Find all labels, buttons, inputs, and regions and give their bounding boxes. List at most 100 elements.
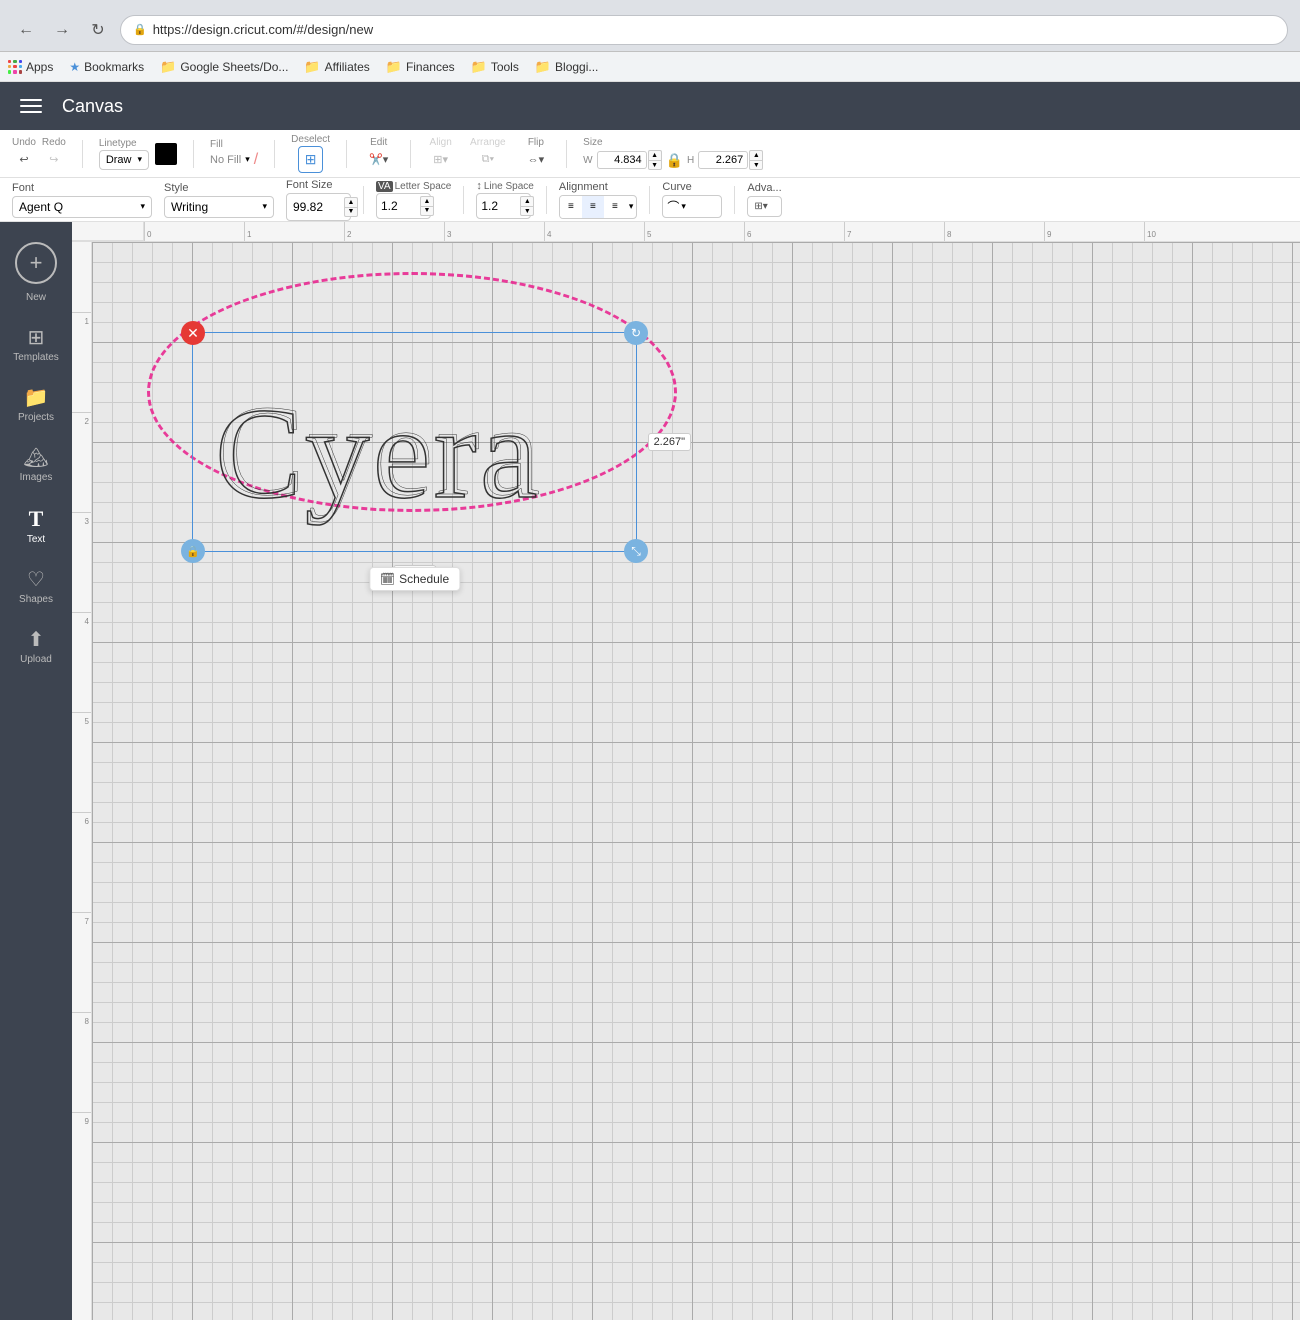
linetype-dropdown[interactable]: Draw ▾ (99, 150, 149, 170)
sidebar-new[interactable]: + New (4, 232, 68, 314)
fill-color-box[interactable] (155, 143, 177, 165)
font-size-down-btn[interactable]: ▼ (344, 207, 358, 217)
redo-button[interactable]: ↪ (43, 149, 64, 170)
ruler-v-tick-7: 7 (72, 912, 91, 928)
arrange-button[interactable]: ⧉▾ (476, 149, 500, 170)
sidebar-item-upload[interactable]: ⬆ Upload (4, 620, 68, 676)
line-space-up-btn[interactable]: ▲ (520, 196, 534, 206)
line-space-down-btn[interactable]: ▼ (520, 206, 534, 216)
edit-button[interactable]: ✂️▾ (363, 149, 394, 170)
bookmark-tools[interactable]: 📁 Tools (471, 59, 519, 75)
align-button[interactable]: ⊞▾ (427, 149, 454, 170)
images-icon: 🏔 (23, 448, 48, 468)
flip-group: Flip ⇔▾ (522, 137, 551, 170)
width-up-btn[interactable]: ▲ (648, 150, 662, 160)
canvas-object[interactable]: ✕ ↻ 🔒 ⤡ Cyera Cyera (192, 332, 637, 552)
line-space-spinners: ▲ ▼ (520, 196, 534, 216)
alignment-chevron: ▾ (626, 201, 637, 212)
font-size-group: Font Size ▲ ▼ (286, 179, 351, 221)
sep-3 (274, 140, 275, 168)
font-size-label: Font Size (286, 179, 351, 191)
ruler-corner (72, 222, 144, 241)
hamburger-line-2 (20, 105, 42, 107)
linetype-value: Draw (106, 154, 132, 166)
sidebar: + New ⊞ Templates 📁 Projects 🏔 Images T … (0, 222, 72, 1320)
width-down-btn[interactable]: ▼ (648, 160, 662, 170)
sidebar-item-images[interactable]: 🏔 Images (4, 438, 68, 494)
browser-chrome: ← → ↻ 🔒 https://design.cricut.com/#/desi… (0, 0, 1300, 52)
bookmark-apps[interactable]: Apps (8, 60, 53, 74)
height-input[interactable] (698, 151, 748, 169)
lock-ratio-icon[interactable]: 🔒 (666, 152, 683, 169)
url-bar[interactable]: 🔒 https://design.cricut.com/#/design/new (120, 15, 1288, 45)
bookmark-blogging-label: Bloggi... (555, 60, 598, 74)
height-up-btn[interactable]: ▲ (749, 150, 763, 160)
curve-group: Curve ⌒ ▾ (662, 181, 722, 218)
flip-button[interactable]: ⇔▾ (522, 149, 551, 170)
sidebar-item-projects[interactable]: 📁 Projects (4, 378, 68, 434)
height-down-btn[interactable]: ▼ (749, 160, 763, 170)
rotate-handle[interactable]: ↻ (624, 321, 648, 345)
letter-space-up-btn[interactable]: ▲ (420, 196, 434, 206)
style-group: Style Writing ▾ (164, 182, 274, 218)
style-label: Style (164, 182, 274, 194)
forward-button[interactable]: → (48, 16, 76, 44)
bookmark-bookmarks[interactable]: ★ Bookmarks (69, 60, 144, 74)
ruler-tick-1: 1 (244, 222, 251, 241)
hamburger-button[interactable] (16, 95, 46, 117)
lock-handle[interactable]: 🔒 (181, 539, 205, 563)
sep-t2-2 (463, 186, 464, 214)
flip-label: Flip (528, 137, 544, 148)
letter-space-spinners: ▲ ▼ (420, 196, 434, 216)
font-dropdown[interactable]: Agent Q ▾ (12, 196, 152, 218)
letter-space-input[interactable] (381, 199, 417, 213)
sidebar-item-templates[interactable]: ⊞ Templates (4, 318, 68, 374)
delete-handle[interactable]: ✕ (181, 321, 205, 345)
undo-label: Undo (12, 137, 36, 148)
letter-space-down-btn[interactable]: ▼ (420, 206, 434, 216)
canvas-wrapper: 1 2 3 4 5 6 7 8 9 ✕ (72, 242, 1300, 1320)
ruler-tick-2: 2 (344, 222, 351, 241)
advanced-label: Adva... (747, 182, 781, 194)
ruler-v-tick-1: 1 (72, 312, 91, 328)
bookmark-blogging[interactable]: 📁 Bloggi... (535, 59, 599, 75)
font-size-input[interactable] (293, 200, 341, 214)
undo-button[interactable]: ↩ (13, 149, 34, 170)
schedule-tooltip[interactable]: 🗓 Schedule (369, 567, 460, 591)
bookmark-affiliates[interactable]: 📁 Affiliates (304, 59, 369, 75)
font-size-up-btn[interactable]: ▲ (344, 197, 358, 207)
bookmark-finances-label: Finances (406, 60, 455, 74)
line-space-input[interactable] (481, 199, 517, 213)
bookmark-finances[interactable]: 📁 Finances (386, 59, 455, 75)
sidebar-item-text[interactable]: T Text (4, 498, 68, 556)
advanced-button[interactable]: ⊞▾ (747, 196, 781, 217)
align-label: Align (430, 137, 452, 148)
style-dropdown[interactable]: Writing ▾ (164, 196, 274, 218)
size-h-label: H (687, 155, 694, 166)
canvas-area[interactable]: ✕ ↻ 🔒 ⤡ Cyera Cyera (92, 242, 1300, 1320)
align-right-button[interactable]: ≡ (604, 196, 626, 218)
scale-handle[interactable]: ⤡ (624, 539, 648, 563)
ruler-v-tick-4: 4 (72, 612, 91, 628)
curve-icon: ⌒ (667, 198, 679, 215)
align-left-button[interactable]: ≡ (560, 196, 582, 218)
align-center-button[interactable]: ≡ (582, 196, 604, 218)
new-button-circle[interactable]: + (15, 242, 57, 284)
back-button[interactable]: ← (12, 16, 40, 44)
upload-icon: ⬆ (28, 630, 45, 650)
linetype-chevron: ▾ (137, 154, 142, 165)
fill-pencil-icon[interactable]: / (254, 151, 258, 169)
font-group: Font Agent Q ▾ (12, 182, 152, 218)
ruler-v-tick-9: 9 (72, 1112, 91, 1128)
width-input-group: ▲ ▼ (597, 150, 662, 170)
deselect-button[interactable]: ⊞ (298, 146, 324, 173)
sidebar-item-shapes[interactable]: ♡ Shapes (4, 560, 68, 616)
canvas-text[interactable]: Cyera Cyera (193, 333, 636, 551)
refresh-button[interactable]: ↻ (84, 16, 112, 44)
bookmark-bookmarks-label: Bookmarks (84, 60, 144, 74)
sep-6 (566, 140, 567, 168)
width-input[interactable] (597, 151, 647, 169)
bookmark-tools-label: Tools (491, 60, 519, 74)
ruler-v-tick-8: 8 (72, 1012, 91, 1028)
bookmark-googlesheets[interactable]: 📁 Google Sheets/Do... (160, 59, 288, 75)
